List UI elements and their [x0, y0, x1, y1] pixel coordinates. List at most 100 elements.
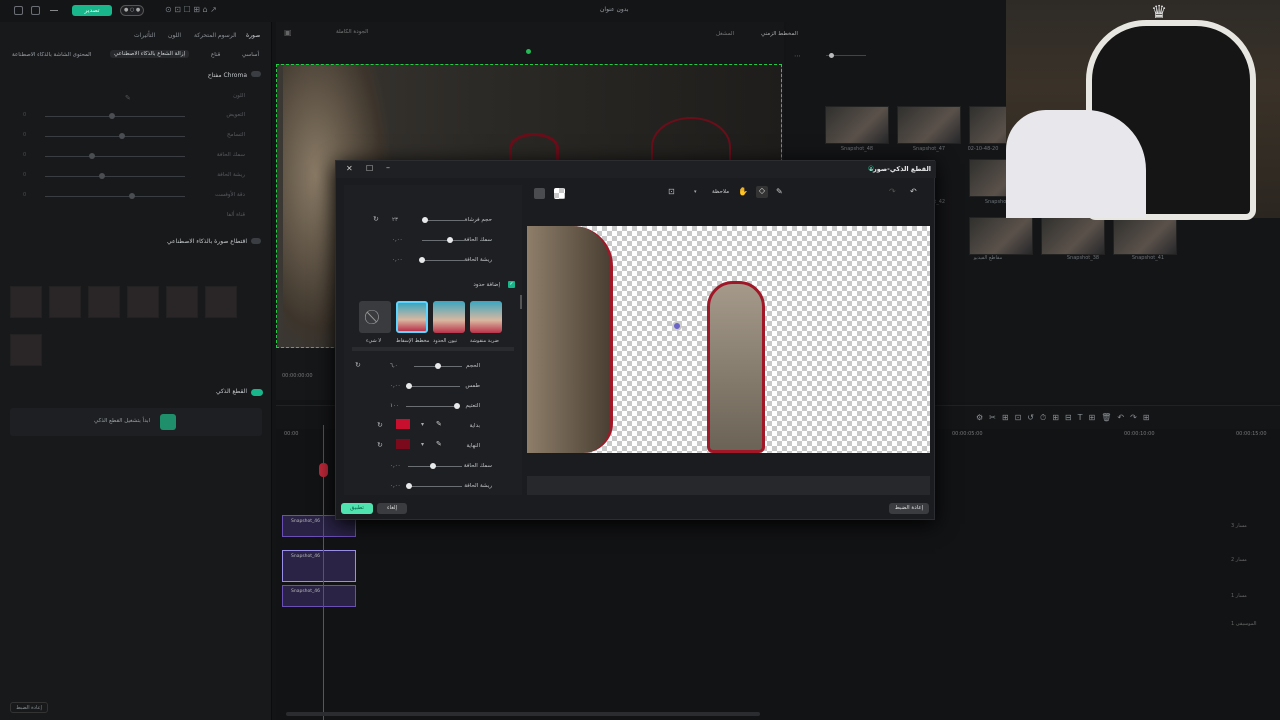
- size-thumb[interactable]: [435, 363, 441, 369]
- image-icon[interactable]: ▣: [284, 28, 292, 37]
- playhead-marker[interactable]: [319, 463, 328, 477]
- bg-dark-swatch[interactable]: [534, 188, 545, 199]
- brush-size-track[interactable]: [422, 220, 466, 221]
- subtab-ai-removal[interactable]: إزالة الشعاع بالذكاء الاصطناعي: [110, 50, 190, 58]
- subtab-ai-content[interactable]: المحتوى الشاشة بالذكاء الاصطناعة: [12, 52, 91, 58]
- smart-cut-start-button[interactable]: ابدأ بتشغيل القطع الذكي: [94, 418, 150, 424]
- more-icon[interactable]: ⋯: [794, 52, 801, 60]
- slider-row[interactable]: التسامح 0: [5, 131, 245, 141]
- settings-scrollbar[interactable]: [520, 295, 522, 309]
- start-color-swatch[interactable]: [396, 419, 410, 429]
- opacity-thumb[interactable]: [454, 403, 460, 409]
- dropdown-icon[interactable]: ▾: [421, 441, 424, 448]
- mode-label[interactable]: ملاحظة: [712, 189, 729, 195]
- apply-button[interactable]: تطبيق: [341, 503, 373, 514]
- media-thumb[interactable]: [969, 217, 1033, 255]
- export-button[interactable]: تصدير: [72, 5, 112, 16]
- media-thumb[interactable]: [1113, 217, 1177, 255]
- eyedropper-icon[interactable]: ✎: [436, 420, 442, 428]
- reset-button[interactable]: إعادة الضبط: [10, 702, 48, 713]
- reset-button[interactable]: إعادة الضبط: [889, 503, 929, 514]
- edge-feather-thumb[interactable]: [406, 483, 412, 489]
- chroma-toggle[interactable]: [251, 71, 261, 77]
- blur-thumb[interactable]: [406, 383, 412, 389]
- reset-icon[interactable]: ↻: [377, 421, 383, 429]
- menu-icon[interactable]: [14, 6, 23, 15]
- media-thumb[interactable]: [825, 106, 889, 144]
- timeline-tools[interactable]: ⚙✂⊞⊡↺⏱⊞⊟T⊞🗑↶↷⊞: [976, 413, 1156, 423]
- dropdown-icon[interactable]: ▾: [421, 421, 424, 428]
- reset-icon[interactable]: ↻: [373, 215, 379, 223]
- eyedropper-icon[interactable]: ✎: [436, 440, 442, 448]
- style-thumb[interactable]: [49, 286, 81, 318]
- brush-size-thumb[interactable]: [422, 217, 428, 223]
- tab-effects[interactable]: التأثيرات: [134, 32, 155, 39]
- edge-feather-track[interactable]: [408, 486, 462, 487]
- cutout-canvas[interactable]: [527, 226, 930, 453]
- smart-cut-toggle[interactable]: [251, 389, 263, 396]
- redo-icon[interactable]: ↷: [889, 187, 896, 196]
- guide-handle[interactable]: [526, 49, 531, 54]
- slider-row[interactable]: قناة ألفا: [5, 211, 245, 221]
- style-thumb[interactable]: [205, 286, 237, 318]
- style-outline-stroke[interactable]: [470, 301, 502, 333]
- timeline-clip[interactable]: Snapshot_46: [282, 585, 356, 607]
- undo-icon[interactable]: ↶: [910, 187, 917, 196]
- style-thumb[interactable]: [10, 334, 42, 366]
- minimize-icon[interactable]: [50, 10, 58, 11]
- compare-icon[interactable]: ⊡: [668, 187, 675, 196]
- time-3: 00:00:15:00: [1236, 431, 1267, 437]
- window-icon[interactable]: [31, 6, 40, 15]
- add-borders-checkbox[interactable]: ✓: [508, 281, 515, 288]
- minimize-icon[interactable]: –: [386, 163, 390, 172]
- slider-row[interactable]: دقة الأوفست 0: [5, 191, 245, 201]
- end-color-swatch[interactable]: [396, 439, 410, 449]
- maximize-icon[interactable]: ☐: [366, 164, 373, 173]
- blur-track[interactable]: [406, 386, 460, 387]
- blur-label: طمس: [465, 383, 480, 389]
- slider-row[interactable]: سمك الحافة 0: [5, 151, 245, 161]
- quality-label[interactable]: الجودة الكاملة: [336, 29, 368, 35]
- style-thumb[interactable]: [127, 286, 159, 318]
- brush-icon[interactable]: ✎: [776, 187, 783, 196]
- slider-row[interactable]: التعويض 0: [5, 111, 245, 121]
- style-thumb[interactable]: [166, 286, 198, 318]
- reset-icon[interactable]: ↻: [377, 441, 383, 449]
- horizontal-scrollbar[interactable]: [286, 712, 760, 716]
- cancel-button[interactable]: إلغاء: [377, 503, 407, 514]
- style-none[interactable]: ⃠: [359, 301, 391, 333]
- style-thumb[interactable]: [88, 286, 120, 318]
- close-icon[interactable]: ✕: [346, 164, 353, 173]
- slider-row[interactable]: اللون: [5, 92, 245, 102]
- zoom-thumb[interactable]: [829, 53, 834, 58]
- tab-color[interactable]: اللون: [168, 32, 181, 39]
- edge-feather-track[interactable]: [422, 260, 466, 261]
- opacity-track[interactable]: [406, 406, 454, 407]
- style-drop-outline[interactable]: [396, 301, 428, 333]
- style-border-color[interactable]: [433, 301, 465, 333]
- subtab-mask[interactable]: قناع: [211, 52, 220, 58]
- bg-transparent-swatch[interactable]: [554, 188, 565, 199]
- edge-thickness-thumb[interactable]: [447, 237, 453, 243]
- toolbar-icons[interactable]: ⊙ ⊡ ☐ ⊞ ⌂ ↗: [165, 5, 217, 14]
- timeline-clip[interactable]: Snapshot_46: [282, 550, 356, 582]
- edge-feather-thumb[interactable]: [419, 257, 425, 263]
- eraser-icon[interactable]: ◇: [756, 186, 768, 198]
- dropdown-icon[interactable]: ▾: [694, 189, 697, 195]
- subtab-basic[interactable]: أساسي: [242, 52, 259, 58]
- hand-icon[interactable]: ✋: [738, 187, 748, 196]
- tab-animation[interactable]: الرسوم المتحركة: [194, 32, 237, 39]
- style-thumb[interactable]: [10, 286, 42, 318]
- toggle-switch[interactable]: ● ○ ●: [120, 5, 145, 16]
- ai-cut-toggle[interactable]: [251, 238, 261, 244]
- media-thumb[interactable]: [897, 106, 961, 144]
- edge-thickness-track[interactable]: [422, 240, 466, 241]
- media-thumb[interactable]: [1041, 217, 1105, 255]
- smart-cut-icon: [160, 414, 176, 430]
- slider-row[interactable]: ريشة الحافة 0: [5, 171, 245, 181]
- reset-icon[interactable]: ↻: [355, 361, 361, 369]
- edge-thickness-thumb[interactable]: [430, 463, 436, 469]
- brush-cursor[interactable]: [672, 321, 682, 331]
- tab-image[interactable]: صورة: [246, 32, 260, 39]
- opacity-label: التعتيم: [465, 403, 481, 409]
